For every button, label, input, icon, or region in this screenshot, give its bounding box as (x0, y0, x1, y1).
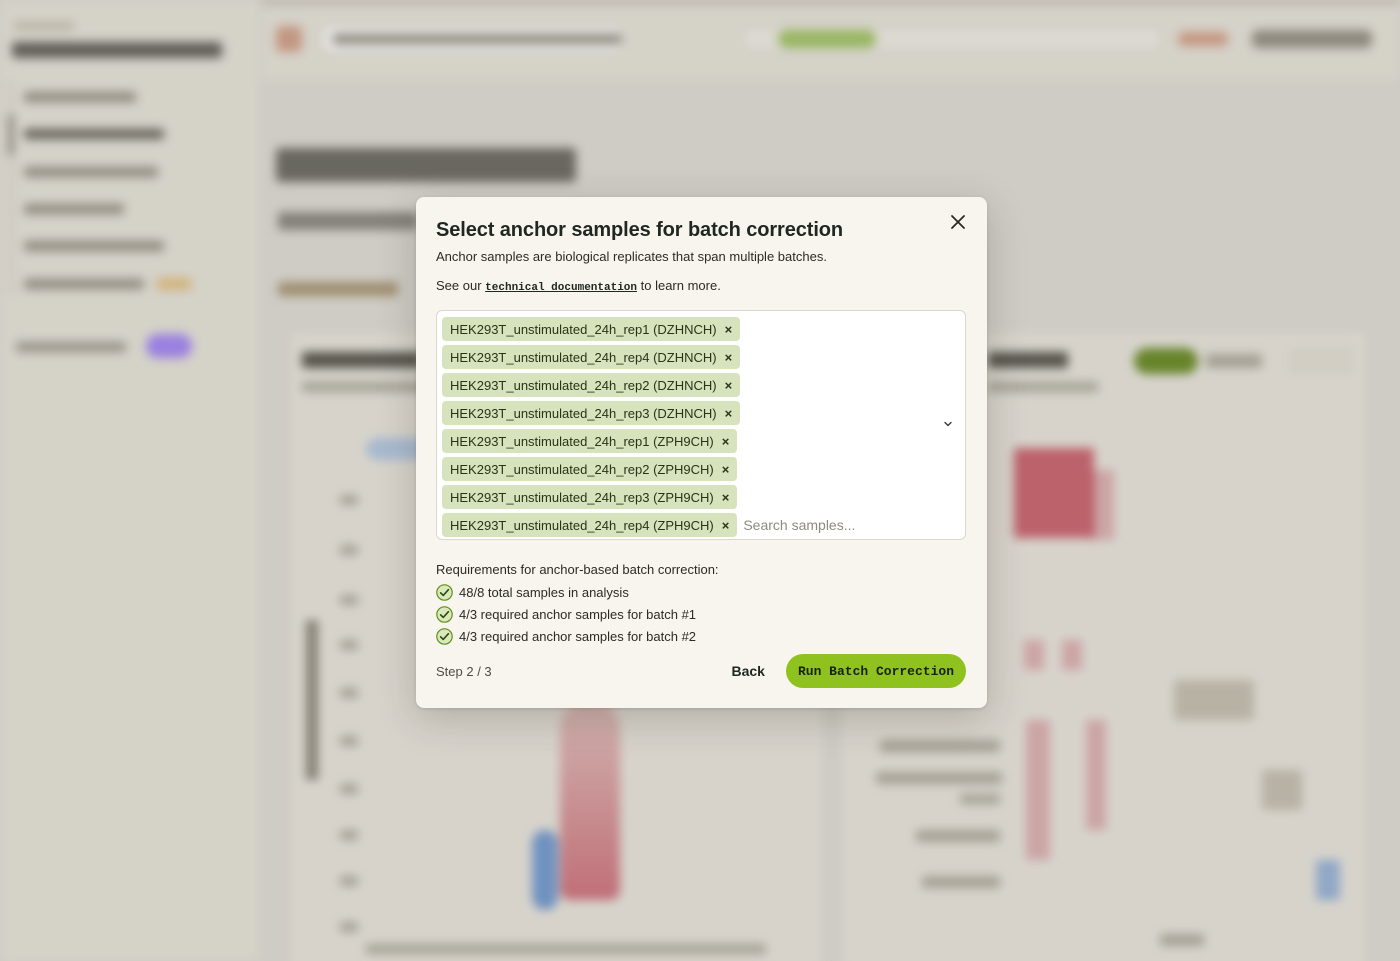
chip-label: HEK293T_unstimulated_24h_rep4 (DZHNCH) (450, 349, 717, 365)
anchor-sample-multiselect[interactable]: HEK293T_unstimulated_24h_rep1 (DZHNCH) ×… (436, 310, 966, 540)
requirement-item: 4/3 required anchor samples for batch #2 (436, 628, 967, 645)
selected-sample-row: HEK293T_unstimulated_24h_rep2 (DZHNCH) × (442, 371, 959, 399)
remove-icon[interactable]: × (722, 519, 730, 532)
selected-sample-row: HEK293T_unstimulated_24h_rep1 (DZHNCH) × (442, 315, 959, 343)
selected-sample-row: HEK293T_unstimulated_24h_rep1 (ZPH9CH) × (442, 427, 959, 455)
selected-sample-row: HEK293T_unstimulated_24h_rep2 (ZPH9CH) × (442, 455, 959, 483)
step-indicator: Step 2 / 3 (436, 663, 492, 679)
remove-icon[interactable]: × (725, 351, 733, 364)
selected-sample-chip: HEK293T_unstimulated_24h_rep1 (DZHNCH) × (442, 317, 741, 341)
requirement-label: 48/8 total samples in analysis (459, 585, 629, 600)
run-batch-correction-button[interactable]: Run Batch Correction (785, 654, 966, 688)
selected-sample-chip: HEK293T_unstimulated_24h_rep4 (DZHNCH) × (442, 345, 741, 369)
chip-label: HEK293T_unstimulated_24h_rep1 (ZPH9CH) (450, 433, 714, 449)
remove-icon[interactable]: × (725, 323, 733, 336)
selected-sample-row: HEK293T_unstimulated_24h_rep4 (ZPH9CH) × (442, 511, 959, 539)
requirements-title: Requirements for anchor-based batch corr… (436, 562, 719, 577)
doc-suffix: to learn more. (640, 278, 721, 293)
dialog-footer: Step 2 / 3 Back Run Batch Correction (436, 654, 966, 688)
chevron-down-icon[interactable] (941, 417, 955, 431)
chip-label: HEK293T_unstimulated_24h_rep1 (DZHNCH) (450, 321, 717, 337)
selected-sample-row: HEK293T_unstimulated_24h_rep3 (ZPH9CH) × (442, 483, 959, 511)
chip-label: HEK293T_unstimulated_24h_rep4 (ZPH9CH) (450, 517, 714, 533)
close-icon (951, 215, 965, 229)
check-circle-icon (436, 628, 453, 645)
selected-sample-row: HEK293T_unstimulated_24h_rep3 (DZHNCH) × (442, 399, 959, 427)
remove-icon[interactable]: × (725, 407, 733, 420)
requirements-list: 48/8 total samples in analysis 4/3 requi… (436, 584, 967, 645)
selected-sample-chip: HEK293T_unstimulated_24h_rep3 (DZHNCH) × (442, 401, 741, 425)
selected-sample-chip: HEK293T_unstimulated_24h_rep2 (DZHNCH) × (442, 373, 741, 397)
selected-sample-chip: HEK293T_unstimulated_24h_rep2 (ZPH9CH) × (442, 457, 738, 481)
chip-label: HEK293T_unstimulated_24h_rep3 (DZHNCH) (450, 405, 717, 421)
requirement-label: 4/3 required anchor samples for batch #2 (459, 629, 697, 644)
remove-icon[interactable]: × (725, 379, 733, 392)
requirement-label: 4/3 required anchor samples for batch #1 (459, 607, 697, 622)
doc-prefix: See our (436, 278, 482, 293)
technical-documentation-link[interactable]: technical documentation (485, 282, 637, 294)
check-circle-icon (436, 606, 453, 623)
requirement-item: 48/8 total samples in analysis (436, 584, 967, 601)
close-button[interactable] (947, 211, 969, 233)
anchor-samples-dialog: Select anchor samples for batch correcti… (416, 197, 987, 708)
remove-icon[interactable]: × (722, 491, 730, 504)
documentation-note: See our technical documentation to learn… (436, 277, 967, 297)
selected-sample-chip: HEK293T_unstimulated_24h_rep3 (ZPH9CH) × (442, 485, 738, 509)
dialog-title: Select anchor samples for batch correcti… (436, 219, 844, 241)
sample-search-input[interactable] (743, 517, 944, 533)
dialog-description: Anchor samples are biological replicates… (436, 249, 827, 264)
back-button[interactable]: Back (732, 663, 765, 679)
requirement-item: 4/3 required anchor samples for batch #1 (436, 606, 967, 623)
remove-icon[interactable]: × (722, 435, 730, 448)
remove-icon[interactable]: × (722, 463, 730, 476)
selected-sample-chip: HEK293T_unstimulated_24h_rep1 (ZPH9CH) × (442, 429, 738, 453)
selected-sample-chip: HEK293T_unstimulated_24h_rep4 (ZPH9CH) × (442, 513, 738, 537)
selected-sample-row: HEK293T_unstimulated_24h_rep4 (DZHNCH) × (442, 343, 959, 371)
chip-label: HEK293T_unstimulated_24h_rep2 (DZHNCH) (450, 377, 717, 393)
check-circle-icon (436, 584, 453, 601)
chip-label: HEK293T_unstimulated_24h_rep3 (ZPH9CH) (450, 489, 714, 505)
chip-label: HEK293T_unstimulated_24h_rep2 (ZPH9CH) (450, 461, 714, 477)
